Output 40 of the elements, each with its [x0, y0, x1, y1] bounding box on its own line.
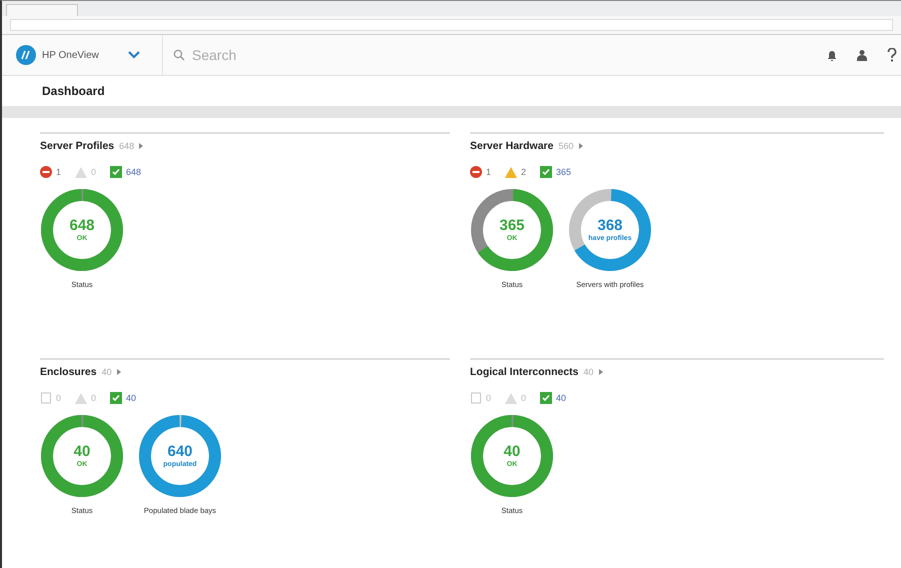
arrow-right-icon [598, 369, 603, 375]
user-icon[interactable] [857, 49, 867, 61]
panel-title[interactable]: Enclosures [40, 366, 97, 378]
help-icon[interactable] [887, 48, 897, 62]
status-count[interactable]: 40 [556, 393, 566, 403]
status-count[interactable]: 365 [556, 167, 572, 177]
donut-value: 648 [69, 218, 95, 233]
bell-icon[interactable] [827, 49, 837, 61]
panel-count[interactable]: 560 [558, 141, 574, 151]
donut-value: 40 [74, 444, 90, 459]
page-title: Dashboard [42, 84, 105, 98]
donut-chart[interactable] [40, 414, 124, 498]
logo-icon [16, 45, 36, 65]
app-name: HP OneView [42, 50, 100, 60]
donut-value: 368 [597, 218, 623, 233]
donut-value: 640 [167, 444, 193, 459]
chevron-down-icon[interactable] [128, 51, 140, 59]
donut-value: 40 [504, 444, 520, 459]
arrow-right-icon [139, 143, 144, 149]
panel-title[interactable]: Server Profiles [40, 140, 114, 152]
donut-chart[interactable] [470, 188, 554, 272]
status-count[interactable]: 40 [126, 393, 136, 403]
status-count[interactable]: 2 [521, 167, 526, 177]
panel-count[interactable]: 40 [102, 367, 112, 377]
panel-count[interactable]: 648 [119, 141, 134, 151]
status-count[interactable]: 1 [486, 167, 492, 177]
search-field[interactable]: Search [190, 46, 394, 64]
donut-chart[interactable] [40, 188, 124, 272]
donut-value: 365 [499, 218, 525, 233]
arrow-right-icon [116, 369, 121, 375]
panel-title[interactable]: Server Hardware [470, 140, 554, 152]
status-count[interactable]: 1 [56, 167, 62, 177]
donut-chart[interactable] [568, 188, 652, 272]
donut-chart[interactable] [470, 414, 554, 498]
panel-count[interactable]: 40 [584, 367, 594, 377]
arrow-right-icon [578, 143, 582, 149]
panel-title[interactable]: Logical Interconnects [470, 366, 579, 378]
donut-chart[interactable] [138, 414, 222, 498]
status-count[interactable]: 648 [126, 167, 142, 177]
search-icon [173, 49, 185, 61]
